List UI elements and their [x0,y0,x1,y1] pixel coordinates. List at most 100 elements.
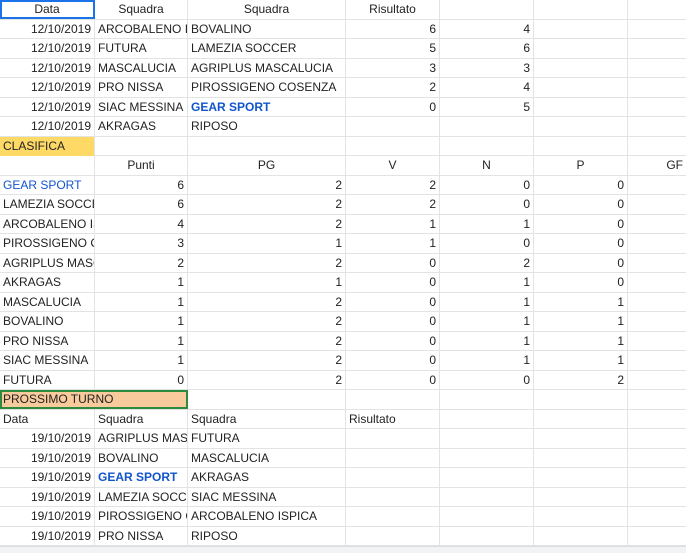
cell-empty[interactable] [628,215,686,234]
result-home-score[interactable]: 3 [346,58,440,78]
cell-empty[interactable] [628,527,686,546]
next-away-team[interactable]: SIAC MESSINA [188,487,346,507]
result-home-team[interactable]: AKRAGAS [95,117,188,136]
cell-empty[interactable] [628,449,686,468]
standings-team[interactable]: ARCOBALENO ISPICA [0,214,95,234]
result-away-score[interactable] [440,117,534,136]
cell-empty[interactable] [440,526,534,546]
cell-empty[interactable] [628,20,686,39]
standings-n[interactable]: 0 [440,234,534,253]
next-home-team[interactable]: PIROSSIGENO COSENZA [95,507,188,526]
next-away-team[interactable]: FUTURA [188,429,346,448]
cell-empty[interactable] [534,19,628,39]
result-away-score[interactable]: 6 [440,39,534,58]
standings-p[interactable]: 0 [534,214,628,234]
result-date[interactable]: 12/10/2019 [0,78,95,97]
cell-empty[interactable] [534,136,628,156]
cell-empty[interactable] [628,0,686,19]
standings-v[interactable]: 0 [346,292,440,312]
cell-empty[interactable] [628,312,686,331]
cell-empty[interactable] [534,58,628,78]
result-away-team[interactable]: AGRIPLUS MASCALUCIA [188,58,346,78]
standings-p[interactable]: 0 [534,175,628,195]
cell-empty[interactable] [440,136,534,156]
standings-team[interactable]: BOVALINO [0,312,95,331]
standings-team[interactable]: SIAC MESSINA [0,351,95,370]
cell-empty[interactable] [440,390,534,409]
cell-empty[interactable] [628,390,686,409]
col-header-squadra-away[interactable]: Squadra [188,0,346,19]
next-home-team[interactable]: LAMEZIA SOCCER [95,487,188,507]
standings-v[interactable]: 0 [346,273,440,292]
standings-n[interactable]: 0 [440,175,534,195]
result-away-team[interactable]: GEAR SPORT [188,97,346,117]
cell-empty[interactable] [440,409,534,429]
next-date[interactable]: 19/10/2019 [0,487,95,507]
result-date[interactable]: 12/10/2019 [0,39,95,58]
cell-empty[interactable] [346,136,440,156]
standings-v[interactable]: 0 [346,253,440,273]
standings-pg[interactable]: 2 [188,370,346,390]
standings-n[interactable]: 2 [440,253,534,273]
standings-punti[interactable]: 1 [95,273,188,292]
standings-p[interactable]: 1 [534,292,628,312]
standings-pg[interactable]: 1 [188,234,346,253]
standings-p[interactable]: 0 [534,234,628,253]
cell-empty[interactable] [440,507,534,526]
result-away-score[interactable]: 4 [440,78,534,97]
col-header-data[interactable]: Data [0,0,95,19]
standings-header-v[interactable]: V [346,156,440,175]
next-header-squadra-away[interactable]: Squadra [188,409,346,429]
cell-empty[interactable] [628,254,686,273]
next-header-squadra-home[interactable]: Squadra [95,409,188,429]
cell-empty[interactable] [534,448,628,468]
standings-v[interactable]: 2 [346,175,440,195]
cell-empty[interactable] [346,507,440,526]
standings-v[interactable]: 0 [346,312,440,331]
result-away-team[interactable]: RIPOSO [188,117,346,136]
next-home-team[interactable]: PRO NISSA [95,526,188,546]
cell-empty[interactable] [534,39,628,58]
standings-team[interactable]: MASCALUCIA [0,292,95,312]
cell-empty[interactable] [534,507,628,526]
standings-v[interactable]: 0 [346,370,440,390]
standings-team[interactable]: PRO NISSA [0,331,95,351]
cell-empty[interactable] [534,409,628,429]
standings-punti[interactable]: 4 [95,214,188,234]
cell-empty[interactable] [440,429,534,448]
result-away-team[interactable]: BOVALINO [188,19,346,39]
standings-header-n[interactable]: N [440,156,534,175]
standings-pg[interactable]: 1 [188,273,346,292]
standings-team[interactable]: FUTURA [0,370,95,390]
standings-punti[interactable]: 6 [95,175,188,195]
standings-n[interactable]: 0 [440,370,534,390]
next-date[interactable]: 19/10/2019 [0,468,95,487]
cell-empty[interactable] [534,487,628,507]
cell-empty[interactable] [628,39,686,58]
cell-empty[interactable] [346,468,440,487]
cell-empty[interactable] [346,390,440,409]
cell-empty[interactable] [628,273,686,292]
result-home-team[interactable]: ARCOBALENO ISPICA [95,19,188,39]
next-round-title-cell[interactable]: PROSSIMO TURNO [0,390,188,409]
cell-empty[interactable] [628,176,686,195]
result-away-score[interactable]: 4 [440,19,534,39]
result-away-score[interactable]: 5 [440,97,534,117]
next-home-team[interactable]: AGRIPLUS MASCALUCIA [95,429,188,448]
cell-empty[interactable] [628,468,686,487]
standings-n[interactable]: 1 [440,331,534,351]
cell-empty[interactable] [628,137,686,156]
standings-punti[interactable]: 1 [95,351,188,370]
cell-empty[interactable] [628,371,686,390]
result-home-score[interactable] [346,117,440,136]
cell-empty[interactable] [534,468,628,487]
result-date[interactable]: 12/10/2019 [0,58,95,78]
cell-empty[interactable] [628,332,686,351]
cell-empty[interactable] [534,526,628,546]
standings-pg[interactable]: 2 [188,195,346,214]
standings-n[interactable]: 1 [440,312,534,331]
standings-p[interactable]: 2 [534,370,628,390]
cell-empty[interactable] [628,507,686,526]
standings-n[interactable]: 0 [440,195,534,214]
result-home-team[interactable]: PRO NISSA [95,78,188,97]
